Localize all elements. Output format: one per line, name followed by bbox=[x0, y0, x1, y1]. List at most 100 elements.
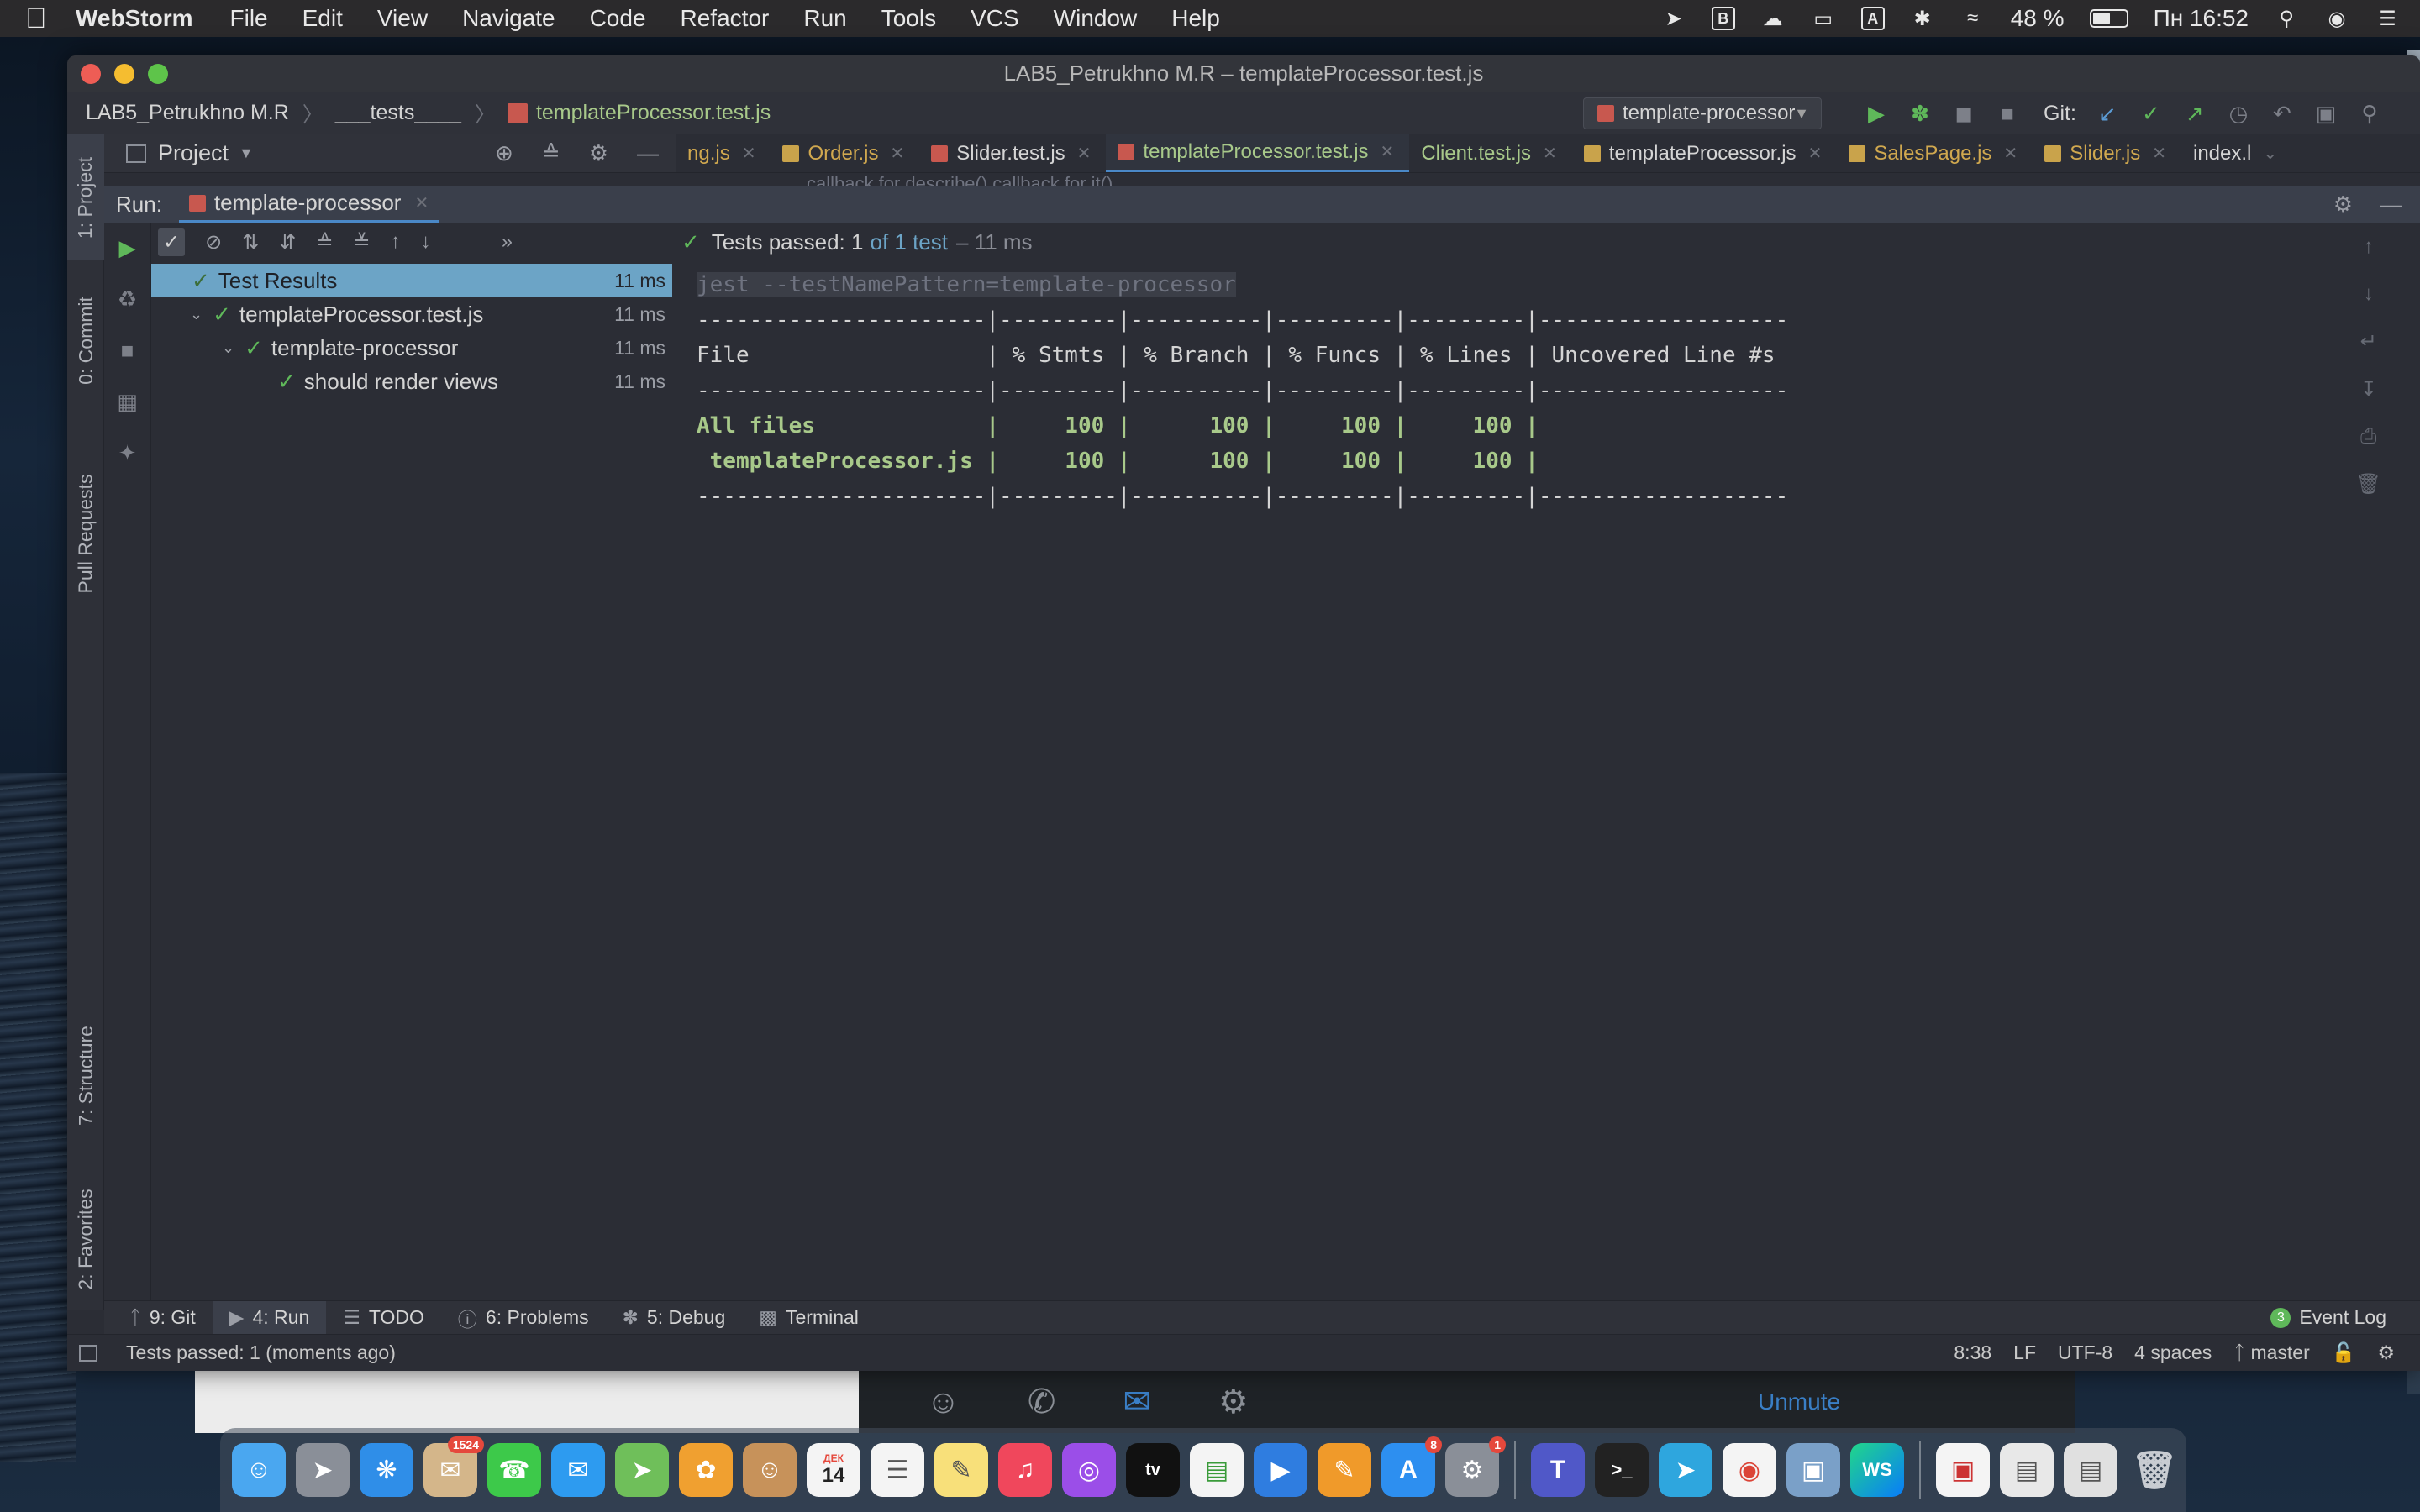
menu-edit[interactable]: Edit bbox=[302, 5, 343, 32]
rerun-failed-icon[interactable]: ♻ bbox=[118, 286, 137, 312]
chevron-down-icon[interactable]: ⌄ bbox=[190, 306, 203, 323]
stop-icon[interactable]: ■ bbox=[121, 338, 134, 364]
print-icon[interactable]: ⎙ bbox=[2360, 425, 2376, 449]
hide-panel-icon[interactable]: — bbox=[2380, 192, 2402, 218]
close-tab-icon[interactable]: ✕ bbox=[742, 143, 756, 164]
trash-icon[interactable]: 🗑 bbox=[2356, 472, 2381, 496]
run-configuration-select[interactable]: template-processor ▼ bbox=[1583, 97, 1822, 129]
menu-vcs[interactable]: VCS bbox=[971, 5, 1019, 32]
next-failed-icon[interactable]: ↓ bbox=[421, 230, 431, 254]
scroll-up-icon[interactable]: ↑ bbox=[2364, 235, 2374, 259]
chevron-down-icon[interactable]: ⌄ bbox=[2263, 143, 2277, 164]
chat-icon[interactable]: ✉ bbox=[1123, 1383, 1151, 1421]
terminal-tool-button[interactable]: ▩ Terminal bbox=[742, 1301, 876, 1335]
run-tool-button[interactable]: ▶ 4: Run bbox=[212, 1300, 327, 1335]
downloads-stack-icon[interactable]: ▤ bbox=[2000, 1443, 2054, 1497]
editor-tab[interactable]: index.l ⌄ bbox=[2181, 134, 2292, 172]
editor-tab[interactable]: ng.js ✕ bbox=[676, 134, 771, 172]
zoom-window-button[interactable] bbox=[148, 64, 168, 84]
teams-icon[interactable]: T bbox=[1531, 1443, 1585, 1497]
git-history-icon[interactable]: ◷ bbox=[2226, 101, 2251, 127]
project-panel-title[interactable]: Project bbox=[158, 140, 229, 166]
soft-wrap-icon[interactable]: ↵ bbox=[2360, 329, 2377, 354]
menu-refactor[interactable]: Refactor bbox=[681, 5, 770, 32]
app-store-icon[interactable]: A8 bbox=[1381, 1436, 1442, 1497]
project-tool-tab[interactable]: 1: Project bbox=[67, 134, 104, 260]
inspector-icon[interactable]: ⚙ bbox=[2377, 1341, 2395, 1364]
keynote-icon[interactable]: ▶ bbox=[1254, 1443, 1307, 1497]
menu-window[interactable]: Window bbox=[1054, 5, 1138, 32]
music-icon[interactable]: ♫ bbox=[998, 1443, 1052, 1497]
messages-icon[interactable]: ✉ bbox=[551, 1443, 605, 1497]
structure-tool-tab[interactable]: 7: Structure bbox=[67, 991, 104, 1159]
favorites-tool-tab[interactable]: 2: Favorites bbox=[67, 1176, 104, 1302]
chevron-down-icon[interactable]: ⌄ bbox=[222, 339, 234, 357]
file-encoding[interactable]: UTF-8 bbox=[2058, 1341, 2112, 1364]
airplay-icon[interactable]: ▭ bbox=[1811, 6, 1836, 31]
tree-row-test-case[interactable]: ✓ should render views 11 ms bbox=[151, 365, 672, 398]
menu-file[interactable]: File bbox=[230, 5, 268, 32]
pull-requests-tool-tab[interactable]: Pull Requests bbox=[67, 437, 104, 630]
editor-tab-active[interactable]: templateProcessor.test.js ✕ bbox=[1106, 134, 1410, 172]
close-tab-icon[interactable]: ✕ bbox=[414, 192, 429, 213]
collapse-all-icon[interactable]: ≙ bbox=[542, 140, 560, 166]
run-tab[interactable]: template-processor ✕ bbox=[178, 186, 439, 223]
menu-code[interactable]: Code bbox=[590, 5, 646, 32]
menu-run[interactable]: Run bbox=[803, 5, 846, 32]
menu-navigate[interactable]: Navigate bbox=[462, 5, 555, 32]
pages-icon[interactable]: ✎ bbox=[1318, 1443, 1371, 1497]
editor-tab[interactable]: Order.js ✕ bbox=[771, 134, 919, 172]
sort-by-duration-icon[interactable]: ⇵ bbox=[279, 230, 296, 255]
indent-setting[interactable]: 4 spaces bbox=[2134, 1341, 2212, 1364]
launchpad-icon[interactable]: ➤ bbox=[296, 1443, 350, 1497]
collapse-all-icon[interactable]: ≚ bbox=[354, 230, 371, 255]
git-rollback-icon[interactable]: ↶ bbox=[2270, 101, 2295, 127]
mail-app-icon[interactable]: ✉ 1524 bbox=[424, 1436, 484, 1497]
finder-icon[interactable]: ☺ bbox=[232, 1443, 286, 1497]
app-menu[interactable]: WebStorm bbox=[76, 5, 193, 32]
more-icon[interactable]: » bbox=[502, 230, 513, 254]
editor-tab[interactable]: SalesPage.js ✕ bbox=[1837, 134, 2033, 172]
photos-icon[interactable]: ✿ bbox=[679, 1443, 733, 1497]
git-branch[interactable]: ᛏ master bbox=[2233, 1341, 2310, 1364]
caret-position[interactable]: 8:38 bbox=[1954, 1341, 1991, 1364]
scroll-down-icon[interactable]: ↓ bbox=[2364, 282, 2374, 306]
numbers-icon[interactable]: ▤ bbox=[1190, 1443, 1244, 1497]
settings-gear-icon[interactable]: ⚙ bbox=[1218, 1383, 1249, 1421]
apple-tv-icon[interactable]: tv bbox=[1126, 1443, 1180, 1497]
battery-percent[interactable]: 48 % bbox=[2011, 5, 2065, 32]
telegram-icon[interactable]: ➤ bbox=[1659, 1443, 1712, 1497]
todo-tool-button[interactable]: ☰ TODO bbox=[326, 1301, 441, 1335]
previous-failed-icon[interactable]: ↑ bbox=[391, 230, 401, 254]
telegram-status-icon[interactable]: ➤ bbox=[1661, 6, 1686, 31]
status-message[interactable]: Tests passed: 1 (moments ago) bbox=[126, 1341, 396, 1364]
trash-icon[interactable]: 🗑 bbox=[2128, 1443, 2181, 1497]
safari-icon[interactable]: ❋ bbox=[360, 1443, 413, 1497]
scroll-to-end-icon[interactable]: ↧ bbox=[2360, 377, 2377, 402]
siri-icon[interactable]: ◉ bbox=[2324, 6, 2349, 31]
editor-tab[interactable]: Client.test.js ✕ bbox=[1409, 134, 1571, 172]
git-commit-icon[interactable]: ✓ bbox=[2139, 101, 2164, 127]
editor-tab[interactable]: Slider.test.js ✕ bbox=[919, 134, 1106, 172]
hide-panel-icon[interactable]: — bbox=[637, 140, 659, 166]
unmute-button[interactable]: Unmute bbox=[1758, 1389, 1840, 1415]
menu-help[interactable]: Help bbox=[1171, 5, 1220, 32]
editor-tab[interactable]: Slider.js ✕ bbox=[2033, 134, 2181, 172]
minimize-window-button[interactable] bbox=[114, 64, 134, 84]
system-preferences-icon[interactable]: ⚙ 1 bbox=[1445, 1436, 1506, 1497]
tree-row-test-results[interactable]: ✓ Test Results 11 ms bbox=[151, 264, 672, 297]
bluetooth-icon[interactable]: ✱ bbox=[1910, 6, 1935, 31]
phone-icon[interactable]: ✆ bbox=[1028, 1383, 1056, 1421]
tree-row-test-file[interactable]: ⌄ ✓ templateProcessor.test.js 11 ms bbox=[151, 297, 672, 331]
commit-tool-tab[interactable]: 0: Commit bbox=[67, 277, 104, 403]
sort-alphabetically-icon[interactable]: ⇅ bbox=[242, 230, 259, 255]
toggle-tool-windows-icon[interactable] bbox=[79, 1344, 97, 1362]
editor-tab[interactable]: templateProcessor.js ✕ bbox=[1572, 134, 1838, 172]
menu-tools[interactable]: Tools bbox=[881, 5, 936, 32]
battery-icon[interactable] bbox=[2089, 9, 2128, 28]
wifi-icon[interactable]: ≈ bbox=[1960, 6, 1986, 31]
close-tab-icon[interactable]: ✕ bbox=[1543, 143, 1557, 164]
close-tab-icon[interactable]: ✕ bbox=[2003, 143, 2018, 164]
show-passed-icon[interactable]: ✓ bbox=[158, 228, 186, 256]
breadcrumb-file[interactable]: templateProcessor.test.js bbox=[536, 101, 771, 125]
